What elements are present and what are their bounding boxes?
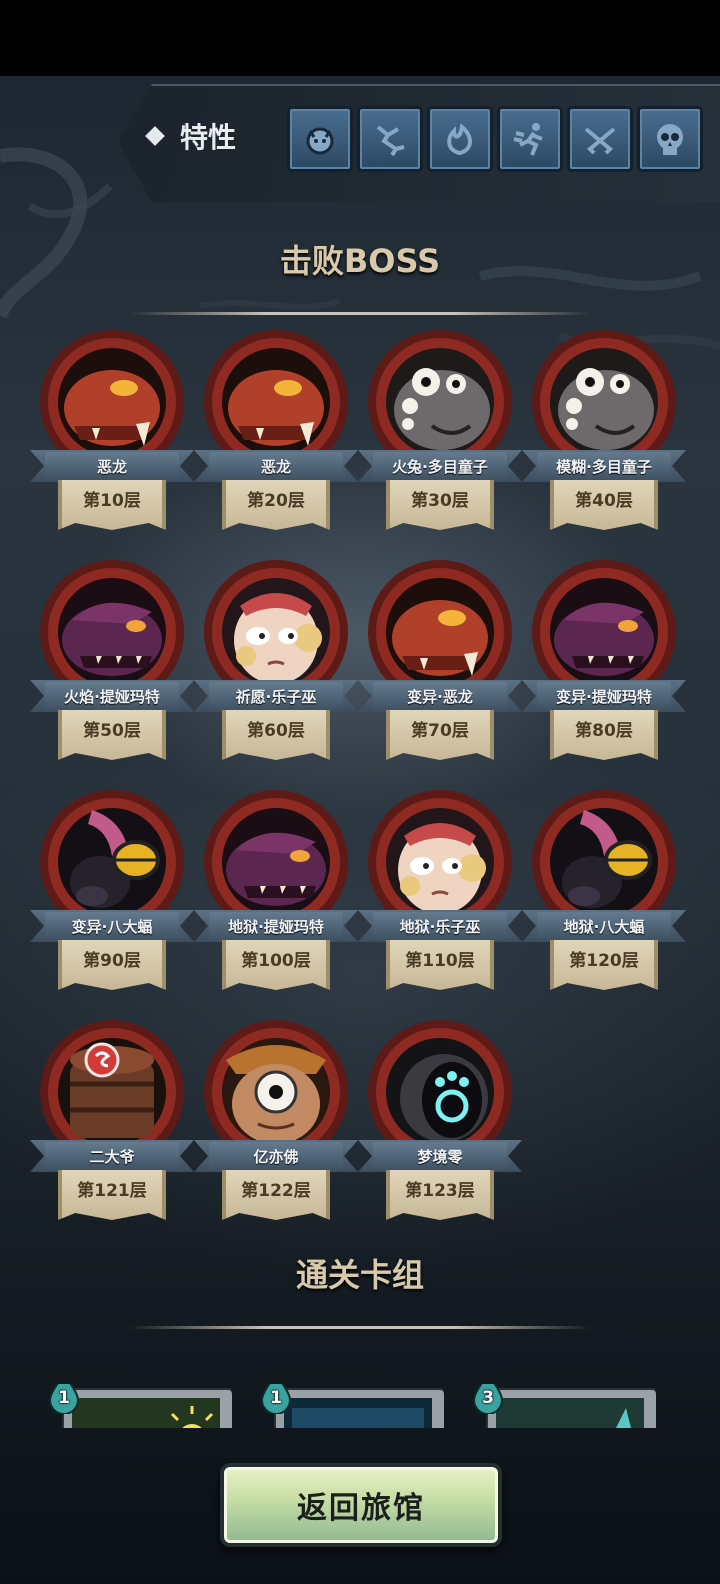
boss-name: 火焰·提娅玛特 <box>45 682 179 710</box>
boss-floor: 第60层 <box>222 710 330 760</box>
boss-floor: 第122层 <box>222 1170 330 1220</box>
boss-floor: 第50层 <box>58 710 166 760</box>
boss-name-ribbon: 模糊·多目童子 <box>522 450 686 482</box>
boss-tile[interactable]: 二大爷 第121层 <box>32 1020 192 1230</box>
boss-floor: 第120层 <box>550 940 658 990</box>
boss-floor: 第40层 <box>550 480 658 530</box>
boss-name: 地狱·提娅玛特 <box>209 912 343 940</box>
boss-name: 地狱·乐子巫 <box>373 912 507 940</box>
boss-name-ribbon: 恶龙 <box>30 450 194 482</box>
boss-tile[interactable]: 地狱·提娅玛特 第100层 <box>196 790 356 1000</box>
boss-name-ribbon: 亿亦佛 <box>194 1140 358 1172</box>
boss-floor: 第20层 <box>222 480 330 530</box>
trait-lightning-crack-icon[interactable] <box>357 106 423 172</box>
card-cost: 3 <box>482 1388 494 1408</box>
deck-divider <box>130 1326 590 1329</box>
trait-crossed-guns-icon[interactable] <box>567 106 633 172</box>
bosses-divider <box>130 312 590 315</box>
boss-name: 地狱·八大蝠 <box>537 912 671 940</box>
traits-header: 特性 <box>145 112 237 160</box>
boss-name: 变异·提娅玛特 <box>537 682 671 710</box>
deck-section-title: 通关卡组 <box>295 1256 424 1294</box>
boss-tile[interactable]: 火焰·提娅玛特 第50层 <box>32 560 192 770</box>
card-cost: 1 <box>270 1388 282 1408</box>
boss-tile[interactable]: 地狱·乐子巫 第110层 <box>360 790 520 1000</box>
boss-name-ribbon: 二大爷 <box>30 1140 194 1172</box>
boss-name: 恶龙 <box>209 452 343 480</box>
boss-floor: 第70层 <box>386 710 494 760</box>
boss-tile[interactable]: 变异·八大蝠 第90层 <box>32 790 192 1000</box>
boss-name-ribbon: 火焰·提娅玛特 <box>30 680 194 712</box>
trait-flame-icon[interactable] <box>427 106 493 172</box>
boss-tile[interactable]: 火兔·多目童子 第30层 <box>360 330 520 540</box>
trait-beast-icon[interactable] <box>287 106 353 172</box>
boss-name: 恶龙 <box>45 452 179 480</box>
boss-floor: 第110层 <box>386 940 494 990</box>
boss-tile[interactable]: 恶龙 第20层 <box>196 330 356 540</box>
boss-floor: 第10层 <box>58 480 166 530</box>
boss-name-ribbon: 地狱·提娅玛特 <box>194 910 358 942</box>
boss-name: 梦境零 <box>373 1142 507 1170</box>
deck-card[interactable]: 1 <box>260 1384 444 1428</box>
boss-floor: 第121层 <box>58 1170 166 1220</box>
green-card-icon <box>496 1398 644 1428</box>
boss-name: 祈愿·乐子巫 <box>209 682 343 710</box>
boss-name-ribbon: 变异·提娅玛特 <box>522 680 686 712</box>
boss-name-ribbon: 变异·八大蝠 <box>30 910 194 942</box>
deck-card[interactable]: 3 <box>472 1384 656 1428</box>
boss-tile[interactable]: 梦境零 第123层 <box>360 1020 520 1230</box>
trait-sprint-icon[interactable] <box>497 106 563 172</box>
boss-name-ribbon: 恶龙 <box>194 450 358 482</box>
boss-tile[interactable]: 地狱·八大蝠 第120层 <box>524 790 684 1000</box>
return-to-inn-button[interactable]: 返回旅馆 <box>220 1463 502 1547</box>
boss-floor: 第90层 <box>58 940 166 990</box>
bosses-section-title: 击败BOSS <box>279 242 441 280</box>
boss-tile[interactable]: 变异·恶龙 第70层 <box>360 560 520 770</box>
traits-label: 特性 <box>180 121 237 154</box>
boss-tile[interactable]: 恶龙 第10层 <box>32 330 192 540</box>
boss-tile[interactable]: 亿亦佛 第122层 <box>196 1020 356 1230</box>
boss-name: 二大爷 <box>45 1142 179 1170</box>
boss-name: 火兔·多目童子 <box>373 452 507 480</box>
blue-card-icon <box>284 1398 432 1428</box>
boss-tile[interactable]: 模糊·多目童子 第40层 <box>524 330 684 540</box>
deck-card[interactable]: 1 <box>48 1384 232 1428</box>
sun-card-icon <box>72 1398 220 1428</box>
diamond-icon <box>145 126 165 146</box>
boss-name: 变异·恶龙 <box>373 682 507 710</box>
boss-name: 模糊·多目童子 <box>537 452 671 480</box>
boss-name-ribbon: 变异·恶龙 <box>358 680 522 712</box>
boss-name-ribbon: 梦境零 <box>358 1140 522 1172</box>
boss-floor: 第80层 <box>550 710 658 760</box>
boss-tile[interactable]: 祈愿·乐子巫 第60层 <box>196 560 356 770</box>
boss-name-ribbon: 地狱·八大蝠 <box>522 910 686 942</box>
boss-name: 变异·八大蝠 <box>45 912 179 940</box>
status-bar <box>0 0 720 76</box>
boss-floor: 第123层 <box>386 1170 494 1220</box>
boss-tile[interactable]: 变异·提娅玛特 第80层 <box>524 560 684 770</box>
trait-skull-icon[interactable] <box>637 106 703 172</box>
boss-floor: 第30层 <box>386 480 494 530</box>
boss-name-ribbon: 祈愿·乐子巫 <box>194 680 358 712</box>
boss-name: 亿亦佛 <box>209 1142 343 1170</box>
boss-floor: 第100层 <box>222 940 330 990</box>
boss-name-ribbon: 火兔·多目童子 <box>358 450 522 482</box>
boss-name-ribbon: 地狱·乐子巫 <box>358 910 522 942</box>
card-cost: 1 <box>58 1388 70 1408</box>
